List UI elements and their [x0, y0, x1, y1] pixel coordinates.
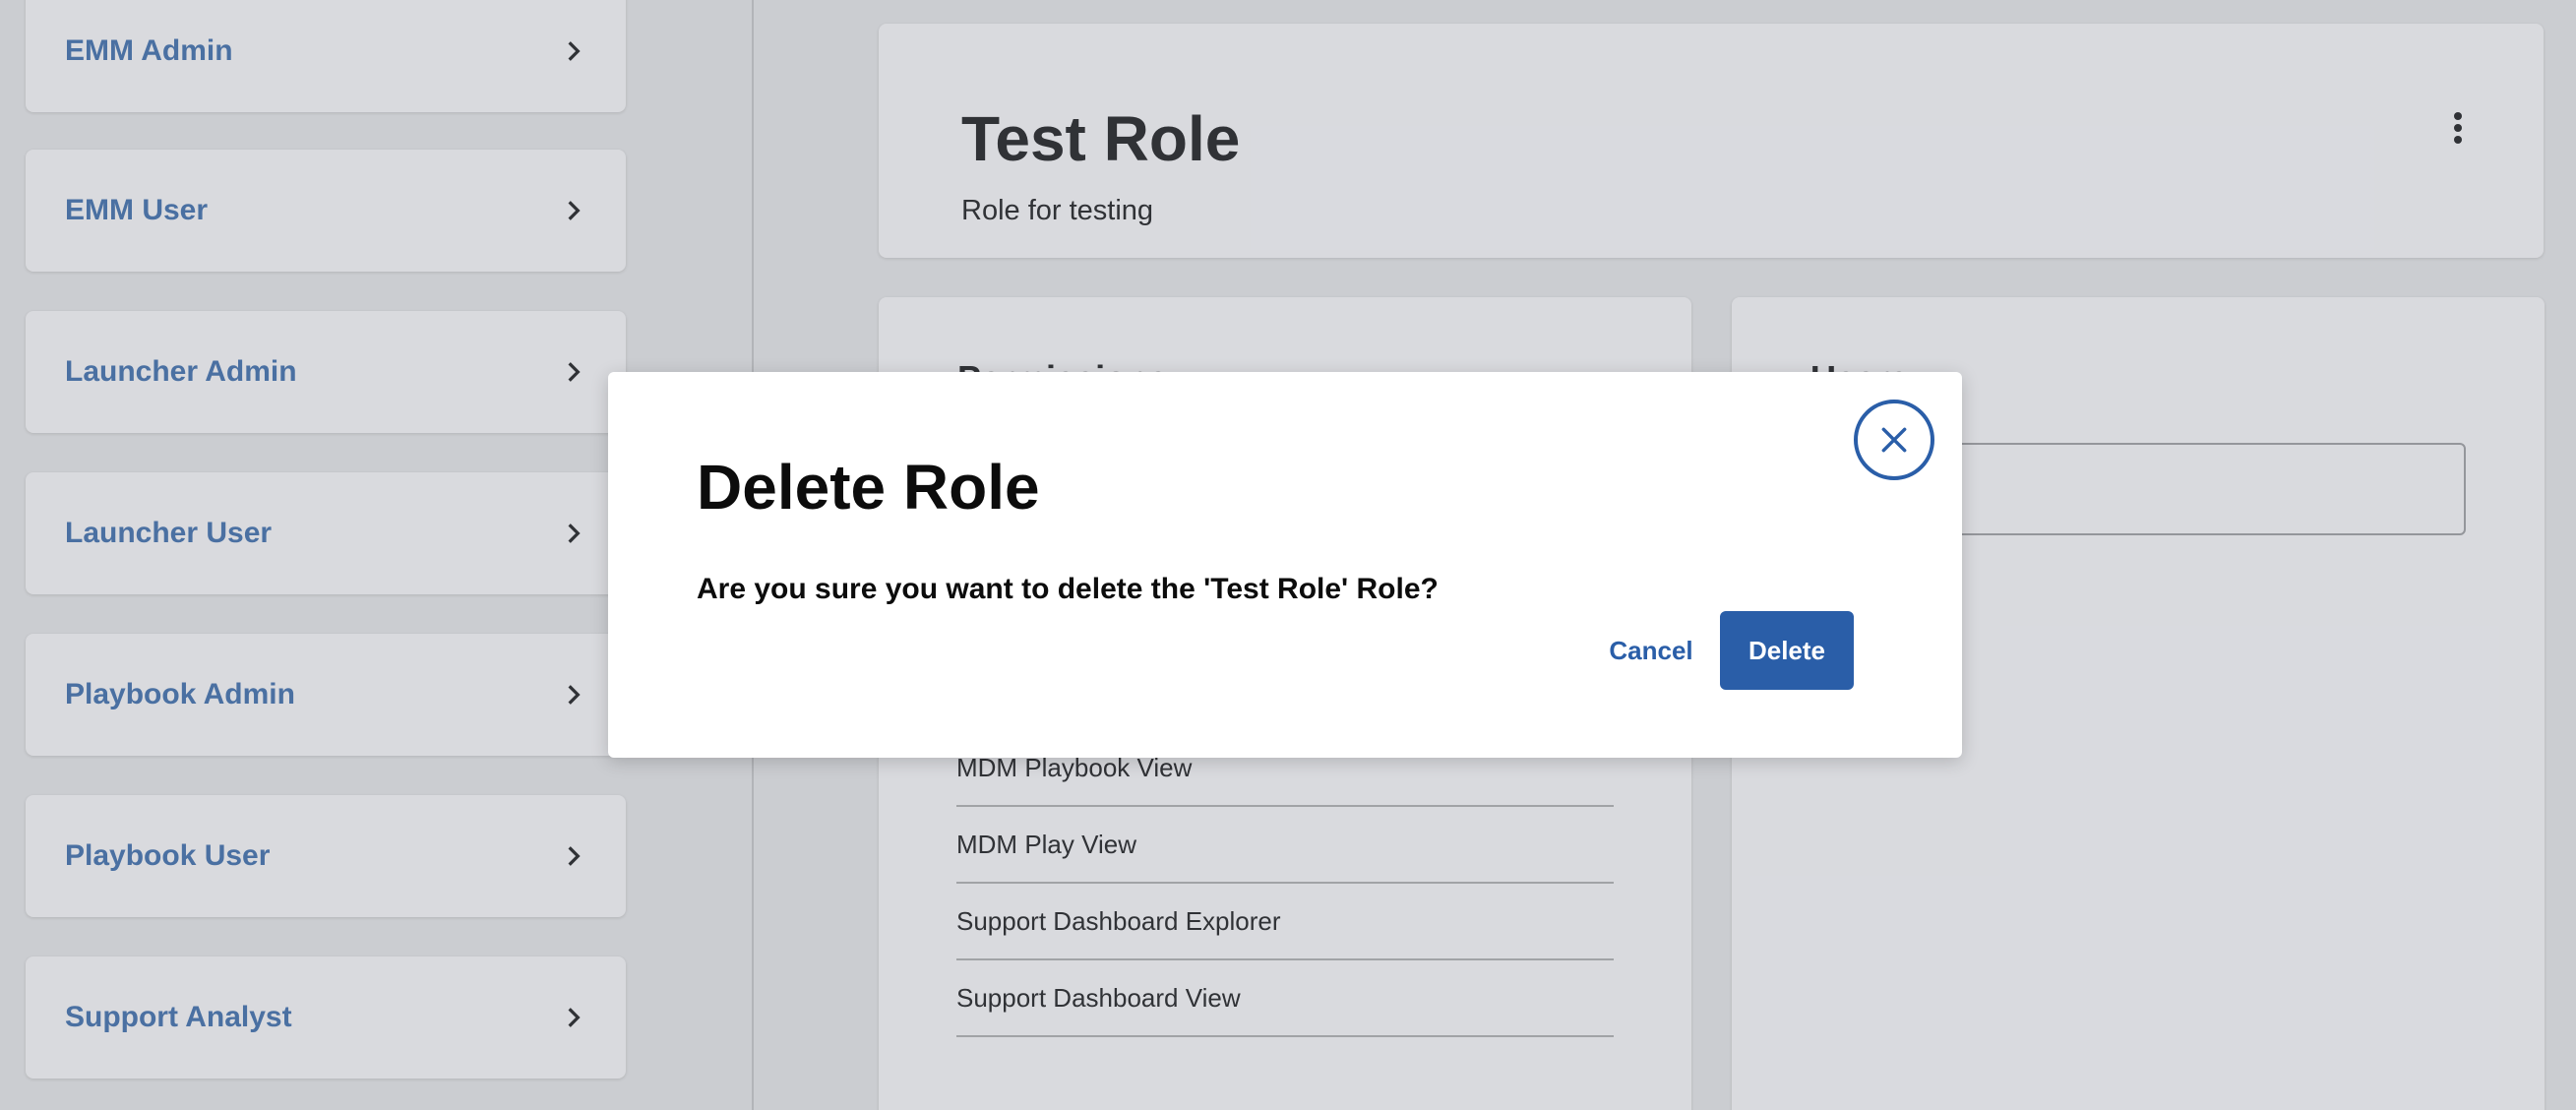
dialog-message: Are you sure you want to delete the 'Tes…	[697, 573, 1439, 605]
close-dialog-button[interactable]	[1854, 400, 1934, 480]
delete-role-dialog: Delete Role Are you sure you want to del…	[608, 372, 1962, 758]
dialog-title: Delete Role	[697, 452, 1040, 523]
delete-button[interactable]: Delete	[1720, 611, 1854, 690]
close-icon	[1881, 427, 1907, 453]
page: EMM Admin EMM User Launcher Admin Launch…	[0, 0, 2576, 1110]
